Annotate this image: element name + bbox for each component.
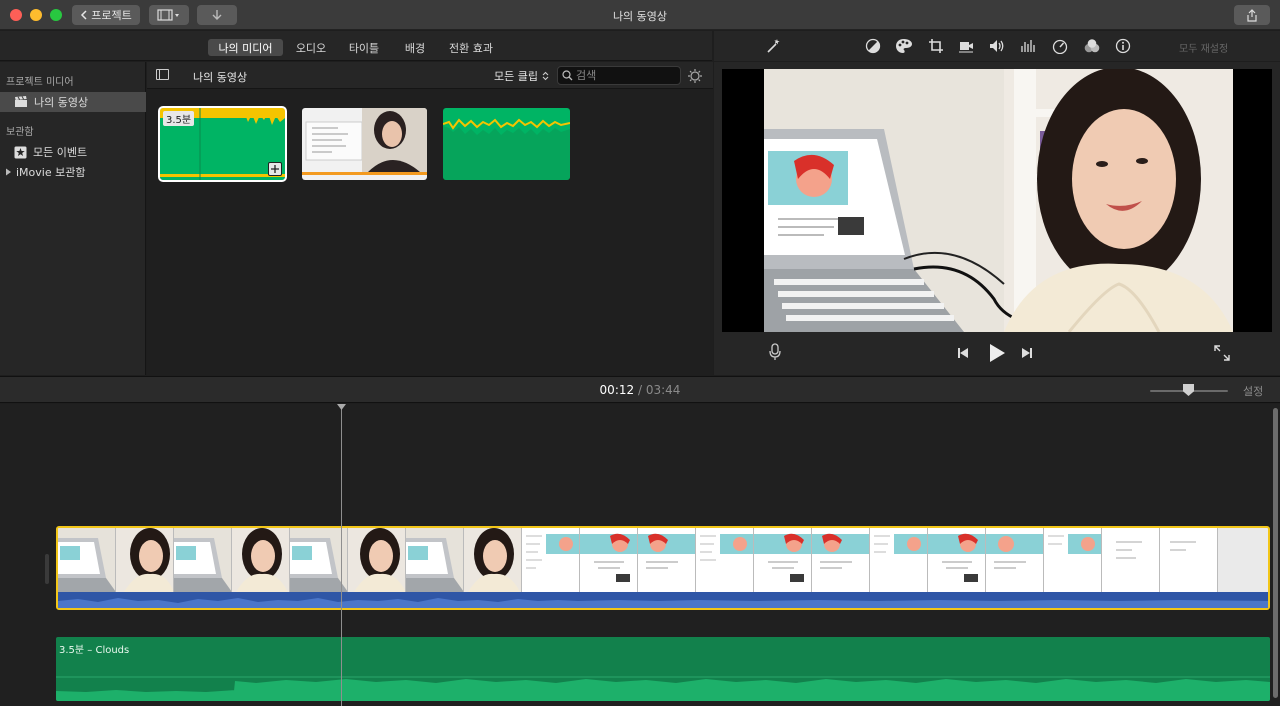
crop-icon[interactable] bbox=[927, 37, 945, 55]
skip-back-icon[interactable] bbox=[957, 347, 969, 359]
libraries-sidebar: 프로젝트 미디어 나의 동영상 보관함 모든 이벤트 iMovie 보관함 bbox=[0, 62, 146, 375]
track-resize-handle[interactable] bbox=[45, 554, 49, 584]
browser-toolbar: 나의 동영상 모든 클립 bbox=[147, 62, 713, 89]
sidebar-item-label: iMovie 보관함 bbox=[16, 166, 86, 179]
info-icon[interactable] bbox=[1114, 37, 1132, 55]
share-button[interactable] bbox=[1234, 5, 1270, 25]
current-time: 00:12 bbox=[599, 383, 635, 397]
fullscreen-icon[interactable] bbox=[1214, 345, 1230, 361]
time-separator: / bbox=[637, 383, 643, 397]
filmstrip-frame bbox=[812, 528, 870, 592]
filmstrip-frame bbox=[580, 528, 638, 592]
window-title: 나의 동영상 bbox=[612, 10, 668, 23]
share-icon bbox=[1247, 8, 1257, 22]
total-duration: 03:44 bbox=[645, 383, 681, 397]
filmstrip-frame bbox=[1044, 528, 1102, 592]
filmstrip-frame bbox=[58, 528, 116, 592]
filmstrip-frame bbox=[986, 528, 1044, 592]
tab-titles[interactable]: 타이틀 bbox=[343, 39, 385, 56]
add-clip-button[interactable] bbox=[268, 162, 282, 176]
magic-wand-icon[interactable] bbox=[764, 37, 782, 55]
clip-video-thumbnail bbox=[302, 108, 427, 180]
skip-forward-icon[interactable] bbox=[1021, 347, 1033, 359]
clip-filmstrip bbox=[58, 528, 1268, 592]
music-waveform bbox=[56, 676, 1270, 701]
timeline-header: 00:12 / 03:44 설정 bbox=[0, 376, 1280, 403]
tab-backgrounds[interactable]: 배경 bbox=[398, 39, 432, 56]
timeline-music-clip[interactable]: 3.5분 – Clouds bbox=[56, 637, 1270, 701]
search-field[interactable] bbox=[557, 66, 681, 85]
filmstrip-frame bbox=[754, 528, 812, 592]
color-balance-icon[interactable] bbox=[864, 37, 882, 55]
video-preview-frame bbox=[764, 69, 1233, 332]
up-down-chevron-icon bbox=[542, 71, 549, 81]
clapperboard-icon bbox=[15, 96, 27, 107]
clip-audio-thumbnail bbox=[443, 108, 570, 180]
media-browser: 나의 동영상 모든 클립 3.5분 bbox=[147, 62, 713, 375]
filmstrip-frame bbox=[464, 528, 522, 592]
timeline[interactable]: 3.5분 – Clouds bbox=[0, 404, 1280, 706]
search-input[interactable] bbox=[576, 69, 676, 82]
disclosure-triangle-icon[interactable] bbox=[5, 168, 12, 176]
star-box-icon bbox=[14, 146, 27, 158]
filmstrip-frame bbox=[1102, 528, 1160, 592]
music-clip-label: 3.5분 – Clouds bbox=[59, 645, 130, 656]
filmstrip-frame bbox=[290, 528, 348, 592]
timeline-video-clip[interactable] bbox=[56, 526, 1270, 610]
media-clip-video[interactable] bbox=[302, 108, 427, 180]
clip-audio-waveform bbox=[58, 592, 1268, 608]
plus-icon bbox=[271, 165, 279, 173]
volume-icon[interactable] bbox=[988, 37, 1006, 55]
filmstrip-frame bbox=[174, 528, 232, 592]
equalizer-icon[interactable] bbox=[1019, 37, 1037, 55]
media-tabs-bar: 나의 미디어 오디오 타이틀 배경 전환 효과 bbox=[0, 31, 712, 61]
filmstrip-frame bbox=[116, 528, 174, 592]
video-preview[interactable] bbox=[764, 69, 1233, 332]
filmstrip-frame bbox=[870, 528, 928, 592]
color-palette-icon[interactable] bbox=[895, 37, 913, 55]
timecode-display: 00:12 / 03:44 bbox=[0, 383, 1280, 397]
project-media-header: 프로젝트 미디어 bbox=[6, 77, 74, 88]
reset-all-button[interactable]: 모두 재설정 bbox=[1179, 40, 1228, 55]
playhead-handle[interactable] bbox=[337, 404, 346, 410]
stabilization-icon[interactable] bbox=[957, 37, 975, 55]
viewer-panel bbox=[714, 62, 1280, 375]
clip-filter-label: 모든 클립 bbox=[494, 70, 538, 83]
sidebar-toggle-button[interactable] bbox=[156, 69, 169, 80]
library-header: 보관함 bbox=[6, 127, 34, 138]
gear-icon[interactable] bbox=[687, 68, 703, 84]
sidebar-toggle-icon bbox=[159, 70, 160, 79]
filmstrip-frame bbox=[348, 528, 406, 592]
viewer-stage bbox=[722, 69, 1272, 332]
tab-audio[interactable]: 오디오 bbox=[290, 39, 332, 56]
sidebar-item-label: 모든 이벤트 bbox=[33, 146, 88, 159]
filmstrip-frame bbox=[232, 528, 290, 592]
filmstrip-frame bbox=[406, 528, 464, 592]
speed-icon[interactable] bbox=[1051, 37, 1069, 55]
media-clip-audio[interactable] bbox=[443, 108, 570, 180]
playhead[interactable] bbox=[341, 404, 342, 706]
media-clip-music[interactable]: 3.5분 bbox=[158, 106, 287, 182]
sidebar-item-all-events[interactable]: 모든 이벤트 bbox=[0, 142, 146, 162]
title-bar: 프로젝트 나의 동영상 bbox=[0, 0, 1280, 30]
clip-duration-badge: 3.5분 bbox=[163, 111, 195, 126]
sidebar-item-my-project[interactable]: 나의 동영상 bbox=[0, 92, 146, 112]
play-icon[interactable] bbox=[988, 343, 1006, 363]
timeline-settings-button[interactable]: 설정 bbox=[1243, 383, 1263, 399]
search-icon bbox=[562, 70, 573, 81]
filmstrip-frame bbox=[522, 528, 580, 592]
sidebar-item-imovie-library[interactable]: iMovie 보관함 bbox=[0, 162, 146, 182]
tab-my-media[interactable]: 나의 미디어 bbox=[208, 39, 283, 56]
timeline-scrollbar[interactable] bbox=[1273, 408, 1278, 698]
filmstrip-frame bbox=[638, 528, 696, 592]
filmstrip-frame bbox=[696, 528, 754, 592]
filmstrip-frame bbox=[928, 528, 986, 592]
tab-transitions[interactable]: 전환 효과 bbox=[443, 39, 499, 56]
browser-title: 나의 동영상 bbox=[193, 71, 248, 84]
microphone-icon[interactable] bbox=[769, 343, 781, 361]
filmstrip-frame bbox=[1160, 528, 1218, 592]
clip-filter-select[interactable]: 모든 클립 bbox=[494, 68, 549, 84]
sidebar-item-label: 나의 동영상 bbox=[34, 96, 89, 109]
filter-icon[interactable] bbox=[1083, 37, 1101, 55]
